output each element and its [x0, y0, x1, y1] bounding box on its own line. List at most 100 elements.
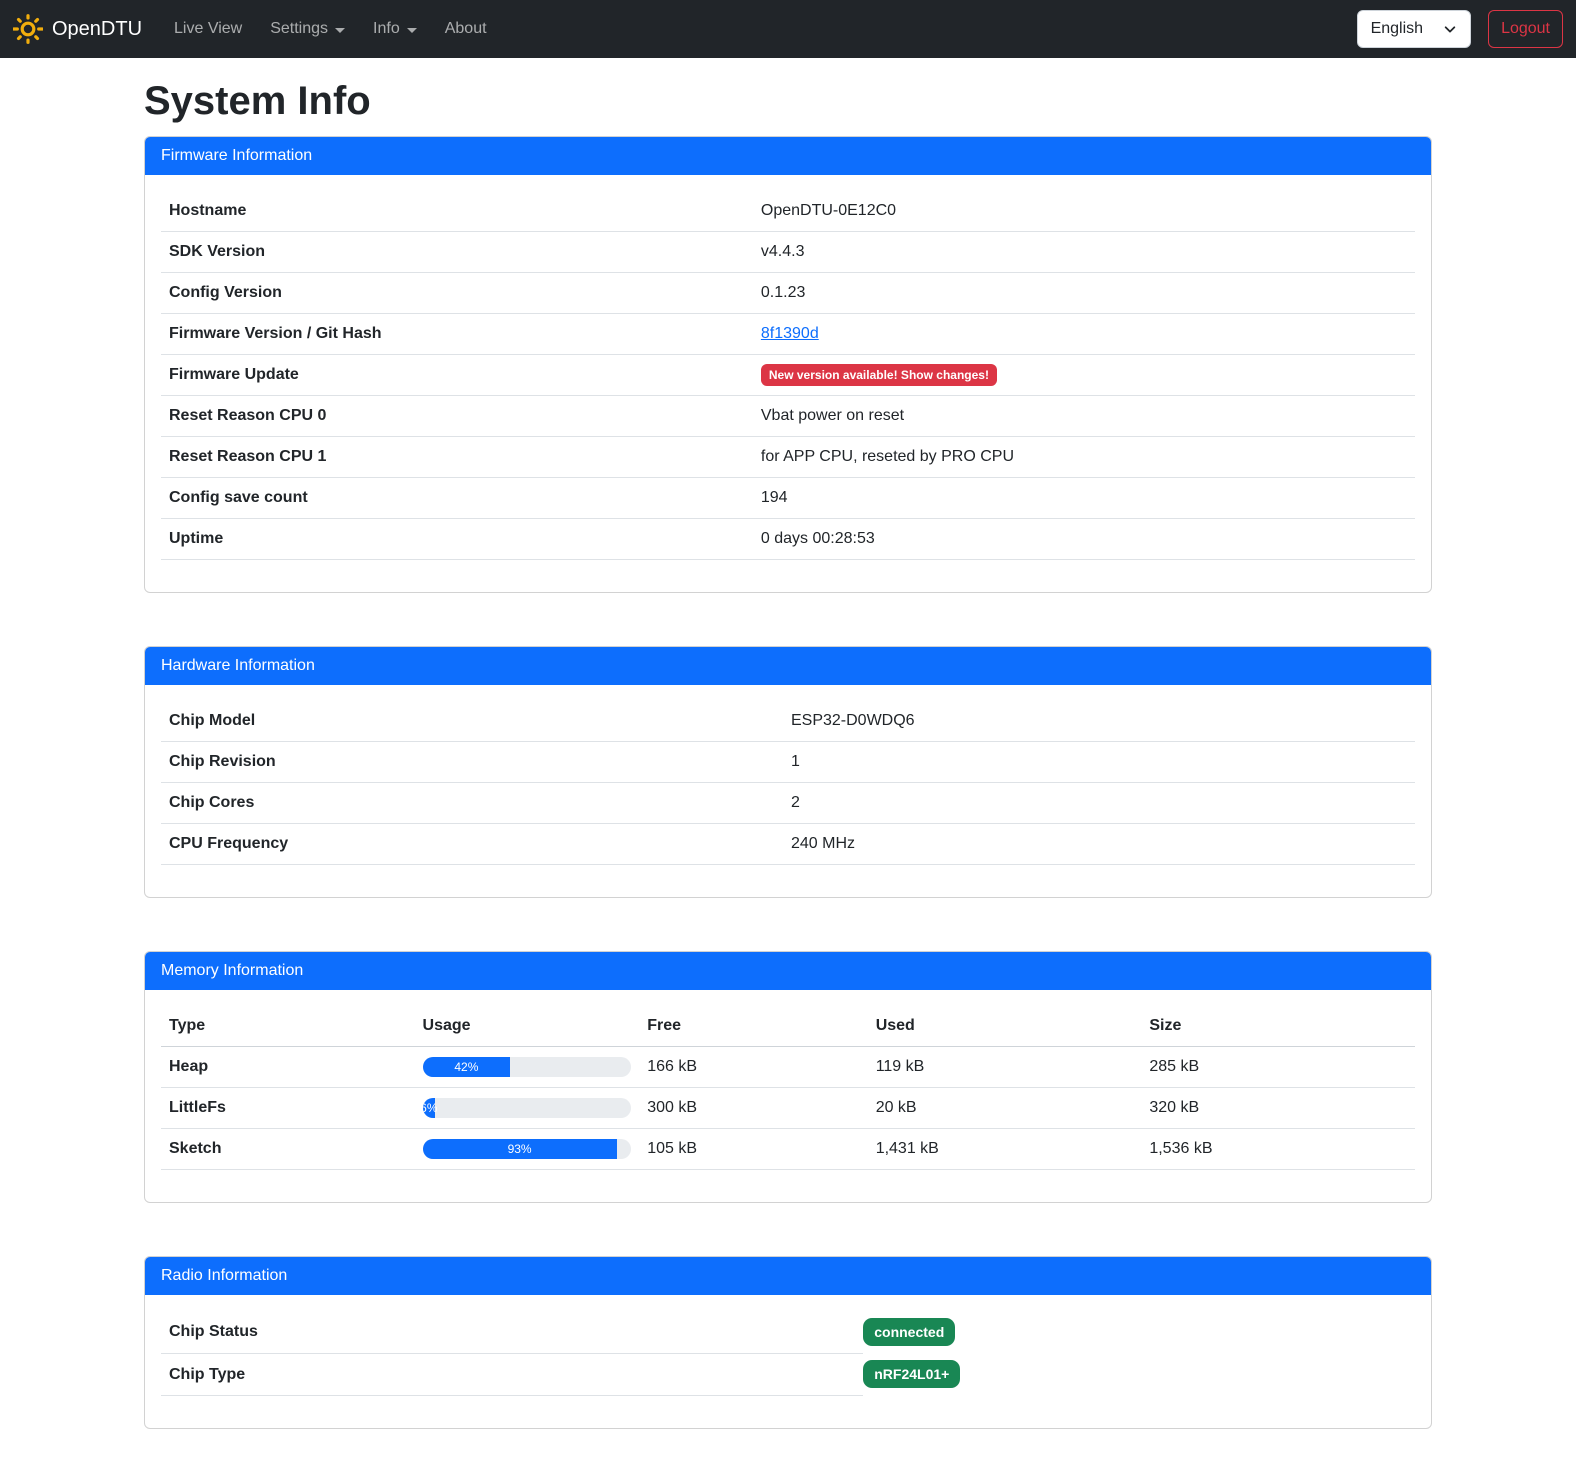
row-value: 105 kB [639, 1129, 867, 1170]
memory-information-card: Memory Information Type Usage Free Used … [144, 951, 1432, 1203]
row-value: 20 kB [868, 1088, 1142, 1129]
hardware-table: Chip Model ESP32-D0WDQ6 Chip Revision 1 … [161, 701, 1415, 865]
heap-usage-progress: 42% [423, 1057, 632, 1077]
row-label: Chip Type [161, 1353, 863, 1395]
row-value: 2 [783, 783, 1415, 824]
progress-bar-fill: 93% [423, 1139, 617, 1159]
language-select[interactable]: English [1357, 10, 1471, 48]
card-header: Radio Information [145, 1257, 1431, 1295]
table-row: Chip Cores 2 [161, 783, 1415, 824]
table-row: LittleFs 6% 300 kB 20 kB 320 kB [161, 1088, 1415, 1129]
row-value: 1,431 kB [868, 1129, 1142, 1170]
row-value: 1 [783, 742, 1415, 783]
row-value: 194 [753, 478, 1415, 519]
row-label: CPU Frequency [161, 824, 783, 865]
chevron-down-icon [1443, 22, 1457, 36]
row-label: Chip Status [161, 1311, 863, 1353]
table-row: Firmware Update New version available! S… [161, 355, 1415, 396]
row-value: 0.1.23 [753, 273, 1415, 314]
table-row: Chip Type nRF24L01+ [161, 1353, 1415, 1395]
hardware-information-card: Hardware Information Chip Model ESP32-D0… [144, 646, 1432, 898]
table-row: Firmware Version / Git Hash 8f1390d [161, 314, 1415, 355]
radio-table: Chip Status connected Chip Type nRF24L01… [161, 1311, 1415, 1396]
table-row: Hostname OpenDTU-0E12C0 [161, 191, 1415, 232]
table-row: CPU Frequency 240 MHz [161, 824, 1415, 865]
nav-links: Live View Settings Info About [160, 12, 501, 46]
sun-icon [13, 14, 43, 44]
table-row: Chip Revision 1 [161, 742, 1415, 783]
row-label: Reset Reason CPU 0 [161, 396, 753, 437]
progress-bar-fill: 42% [423, 1057, 511, 1077]
table-row: Config Version 0.1.23 [161, 273, 1415, 314]
table-row: Config save count 194 [161, 478, 1415, 519]
card-header: Hardware Information [145, 647, 1431, 685]
brand-label: OpenDTU [52, 18, 142, 41]
chevron-down-icon [407, 28, 417, 33]
row-label: Firmware Version / Git Hash [161, 314, 753, 355]
row-label: Chip Cores [161, 783, 783, 824]
row-value: New version available! Show changes! [753, 355, 1415, 396]
row-value: 119 kB [868, 1047, 1142, 1088]
row-value: OpenDTU-0E12C0 [753, 191, 1415, 232]
row-value: v4.4.3 [753, 232, 1415, 273]
navbar: OpenDTU Live View Settings Info About En… [0, 0, 1576, 58]
table-row: Chip Status connected [161, 1311, 1415, 1353]
table-row: Reset Reason CPU 0 Vbat power on reset [161, 396, 1415, 437]
row-value: ESP32-D0WDQ6 [783, 701, 1415, 742]
row-label: Chip Revision [161, 742, 783, 783]
page-title: System Info [144, 79, 1432, 124]
nav-item-settings[interactable]: Settings [256, 12, 359, 46]
main-content: System Info Firmware Information Hostnam… [144, 79, 1432, 1429]
row-label: Reset Reason CPU 1 [161, 437, 753, 478]
littlefs-usage-progress: 6% [423, 1098, 632, 1118]
table-row: Chip Model ESP32-D0WDQ6 [161, 701, 1415, 742]
row-value: Vbat power on reset [753, 396, 1415, 437]
column-header: Used [868, 1006, 1142, 1047]
row-label: SDK Version [161, 232, 753, 273]
table-row: SDK Version v4.4.3 [161, 232, 1415, 273]
nav-item-info[interactable]: Info [359, 12, 431, 46]
firmware-information-card: Firmware Information Hostname OpenDTU-0E… [144, 136, 1432, 593]
nav-item-about[interactable]: About [431, 12, 501, 46]
row-label: Config Version [161, 273, 753, 314]
logout-button[interactable]: Logout [1488, 10, 1563, 48]
row-label: Uptime [161, 519, 753, 560]
table-row: Uptime 0 days 00:28:53 [161, 519, 1415, 560]
language-selected-value: English [1371, 20, 1423, 38]
column-header: Size [1141, 1006, 1415, 1047]
column-header: Type [161, 1006, 415, 1047]
navbar-right: English Logout [1357, 10, 1563, 48]
row-value: 300 kB [639, 1088, 867, 1129]
row-value: 166 kB [639, 1047, 867, 1088]
row-label: Config save count [161, 478, 753, 519]
memory-table: Type Usage Free Used Size Heap 42% [161, 1006, 1415, 1170]
row-label: Heap [161, 1047, 415, 1088]
row-value: 320 kB [1141, 1088, 1415, 1129]
chip-status-badge: connected [863, 1318, 955, 1346]
table-row: Heap 42% 166 kB 119 kB 285 kB [161, 1047, 1415, 1088]
radio-information-card: Radio Information Chip Status connected … [144, 1256, 1432, 1429]
git-hash-link[interactable]: 8f1390d [761, 325, 819, 342]
row-value: 240 MHz [783, 824, 1415, 865]
chip-type-badge: nRF24L01+ [863, 1360, 960, 1388]
row-value: for APP CPU, reseted by PRO CPU [753, 437, 1415, 478]
row-label: Sketch [161, 1129, 415, 1170]
table-row: Reset Reason CPU 1 for APP CPU, reseted … [161, 437, 1415, 478]
sketch-usage-progress: 93% [423, 1139, 632, 1159]
firmware-table: Hostname OpenDTU-0E12C0 SDK Version v4.4… [161, 191, 1415, 560]
card-header: Firmware Information [145, 137, 1431, 175]
table-header-row: Type Usage Free Used Size [161, 1006, 1415, 1047]
row-label: Chip Model [161, 701, 783, 742]
table-row: Sketch 93% 105 kB 1,431 kB 1,536 kB [161, 1129, 1415, 1170]
row-label: LittleFs [161, 1088, 415, 1129]
row-value: 8f1390d [753, 314, 1415, 355]
nav-item-live-view[interactable]: Live View [160, 12, 256, 46]
row-value: 0 days 00:28:53 [753, 519, 1415, 560]
chevron-down-icon [335, 28, 345, 33]
row-label: Hostname [161, 191, 753, 232]
column-header: Usage [415, 1006, 640, 1047]
progress-bar-fill: 6% [423, 1098, 436, 1118]
firmware-update-badge[interactable]: New version available! Show changes! [761, 364, 997, 386]
card-header: Memory Information [145, 952, 1431, 990]
brand-link[interactable]: OpenDTU [13, 14, 142, 44]
